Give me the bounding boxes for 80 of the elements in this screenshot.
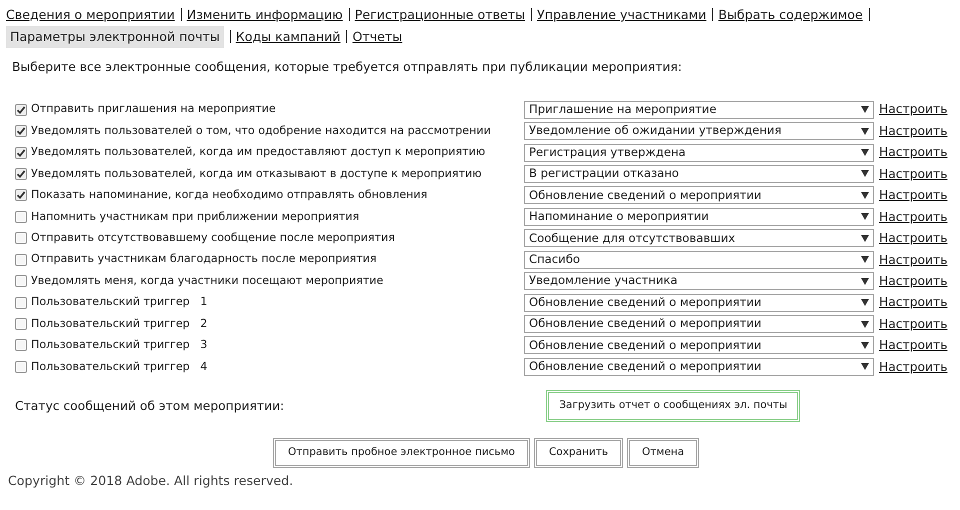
customize-link[interactable]: Настроить — [879, 360, 948, 374]
checkbox[interactable] — [15, 104, 27, 116]
checkbox-label: Отправить приглашения на мероприятие — [31, 101, 276, 118]
nav-link[interactable]: Коды кампаний — [236, 29, 340, 44]
checkbox-label: Уведомлять пользователей, когда им предоставляют доступ к мероприятию — [31, 144, 486, 160]
instruction-text: Выберите все электронные сообщения, которые требуется отправлять при публикации мероприятия: — [12, 59, 683, 76]
caret-icon — [861, 299, 869, 306]
cancel-button[interactable]: Отмена — [627, 438, 700, 468]
caret-icon — [861, 234, 869, 242]
caret-icon — [861, 106, 869, 114]
template-dropdown[interactable]: Спасибо — [524, 250, 874, 269]
nav-link[interactable]: Регистрационные ответы — [354, 7, 526, 22]
save-button[interactable]: Сохранить — [534, 438, 624, 468]
checkbox-label: Уведомлять меня, когда участники посещают мероприятие — [31, 272, 384, 289]
status-label: Статус сообщений об этом мероприятии: — [15, 398, 284, 415]
nav-link[interactable]: Сведения о мероприятии — [6, 7, 175, 22]
checkbox-label: Отправить участникам благодарность после мероприятия — [31, 251, 377, 268]
template-dropdown[interactable]: В регистрации отказано — [524, 164, 874, 183]
customize-link[interactable]: Настроить — [879, 188, 948, 202]
template-dropdown[interactable]: Приглашение на мероприятие — [524, 100, 874, 119]
checkbox[interactable] — [15, 360, 27, 373]
checkbox[interactable] — [15, 146, 27, 159]
caret-icon — [861, 363, 869, 370]
checkbox-label: Напомнить участникам при приближении мероприятия — [31, 208, 360, 225]
nav-link[interactable]: Изменить информацию — [186, 7, 343, 22]
caret-icon — [861, 149, 869, 156]
caret-icon — [861, 278, 869, 285]
caret-icon — [861, 192, 869, 199]
checkbox-label: Пользовательский триггер 1 — [31, 294, 208, 310]
customize-link[interactable]: Настроить — [879, 210, 948, 224]
checkbox[interactable] — [15, 254, 27, 266]
template-dropdown[interactable]: Обновление сведений о мероприятии — [524, 336, 874, 354]
customize-link[interactable]: Настроить — [879, 252, 948, 266]
customize-link[interactable]: Настроить — [879, 102, 948, 116]
checkbox-label: Уведомлять пользователей о том, что одобрение находится на рассмотрении — [31, 122, 491, 139]
caret-icon — [861, 320, 869, 328]
send-test-email-button[interactable]: Отправить пробное электронное письмо — [273, 438, 530, 468]
customize-link[interactable]: Настроить — [879, 231, 948, 246]
customize-link[interactable]: Настроить — [879, 145, 948, 160]
checkbox[interactable] — [15, 210, 27, 223]
checkbox[interactable] — [15, 275, 27, 288]
checkbox[interactable] — [15, 125, 27, 138]
checkbox-label: Пользовательский триггер 2 — [31, 316, 208, 332]
customize-link[interactable]: Настроить — [879, 295, 948, 310]
customize-link[interactable]: Настроить — [879, 124, 948, 138]
nav-link[interactable]: Отчеты — [352, 29, 402, 44]
caret-icon — [861, 213, 869, 220]
template-dropdown[interactable]: Обновление сведений о мероприятии — [524, 186, 874, 204]
caret-icon — [861, 170, 869, 178]
template-dropdown[interactable]: Обновление сведений о мероприятии — [524, 294, 874, 312]
checkbox-label: Пользовательский триггер 4 — [31, 358, 208, 375]
template-dropdown[interactable]: Обновление сведений о мероприятии — [524, 358, 874, 376]
checkbox-label: Уведомлять пользователей, когда им отказывают в доступе к мероприятию — [31, 166, 482, 182]
template-dropdown[interactable]: Обновление сведений о мероприятии — [524, 315, 874, 334]
caret-icon — [861, 128, 869, 135]
copyright-text: Copyright © 2018 Adobe. All rights reserved. — [8, 472, 294, 490]
checkbox[interactable] — [15, 318, 27, 330]
nav-link[interactable]: Выбрать содержимое — [718, 7, 863, 22]
checkbox[interactable] — [15, 232, 27, 244]
template-dropdown[interactable]: Регистрация утверждена — [524, 144, 874, 162]
customize-link[interactable]: Настроить — [879, 316, 948, 331]
checkbox[interactable] — [15, 189, 27, 202]
caret-icon — [861, 342, 869, 349]
template-dropdown[interactable]: Сообщение для отсутствовавших — [524, 229, 874, 248]
template-dropdown[interactable]: Уведомление об ожидании утверждения — [524, 122, 874, 140]
checkbox[interactable] — [15, 168, 27, 180]
checkbox-label: Отправить отсутствовавшему сообщение после мероприятия — [31, 230, 395, 246]
download-report-button[interactable]: Загрузить отчет о сообщениях эл. почты — [546, 390, 800, 422]
checkbox[interactable] — [15, 296, 27, 309]
caret-icon — [861, 256, 869, 264]
template-dropdown[interactable]: Напоминание о мероприятии — [524, 208, 874, 226]
customize-link[interactable]: Настроить — [879, 166, 948, 181]
customize-link[interactable]: Настроить — [879, 274, 948, 288]
nav-link[interactable]: Управление участниками — [537, 7, 706, 22]
checkbox[interactable] — [15, 339, 27, 352]
template-dropdown[interactable]: Уведомление участника — [524, 272, 874, 290]
selected-tab[interactable]: Параметры электронной почты — [6, 26, 224, 48]
customize-link[interactable]: Настроить — [879, 338, 948, 352]
checkbox-label: Показать напоминание, когда необходимо отправлять обновления — [31, 187, 428, 204]
checkbox-label: Пользовательский триггер 3 — [31, 337, 208, 354]
